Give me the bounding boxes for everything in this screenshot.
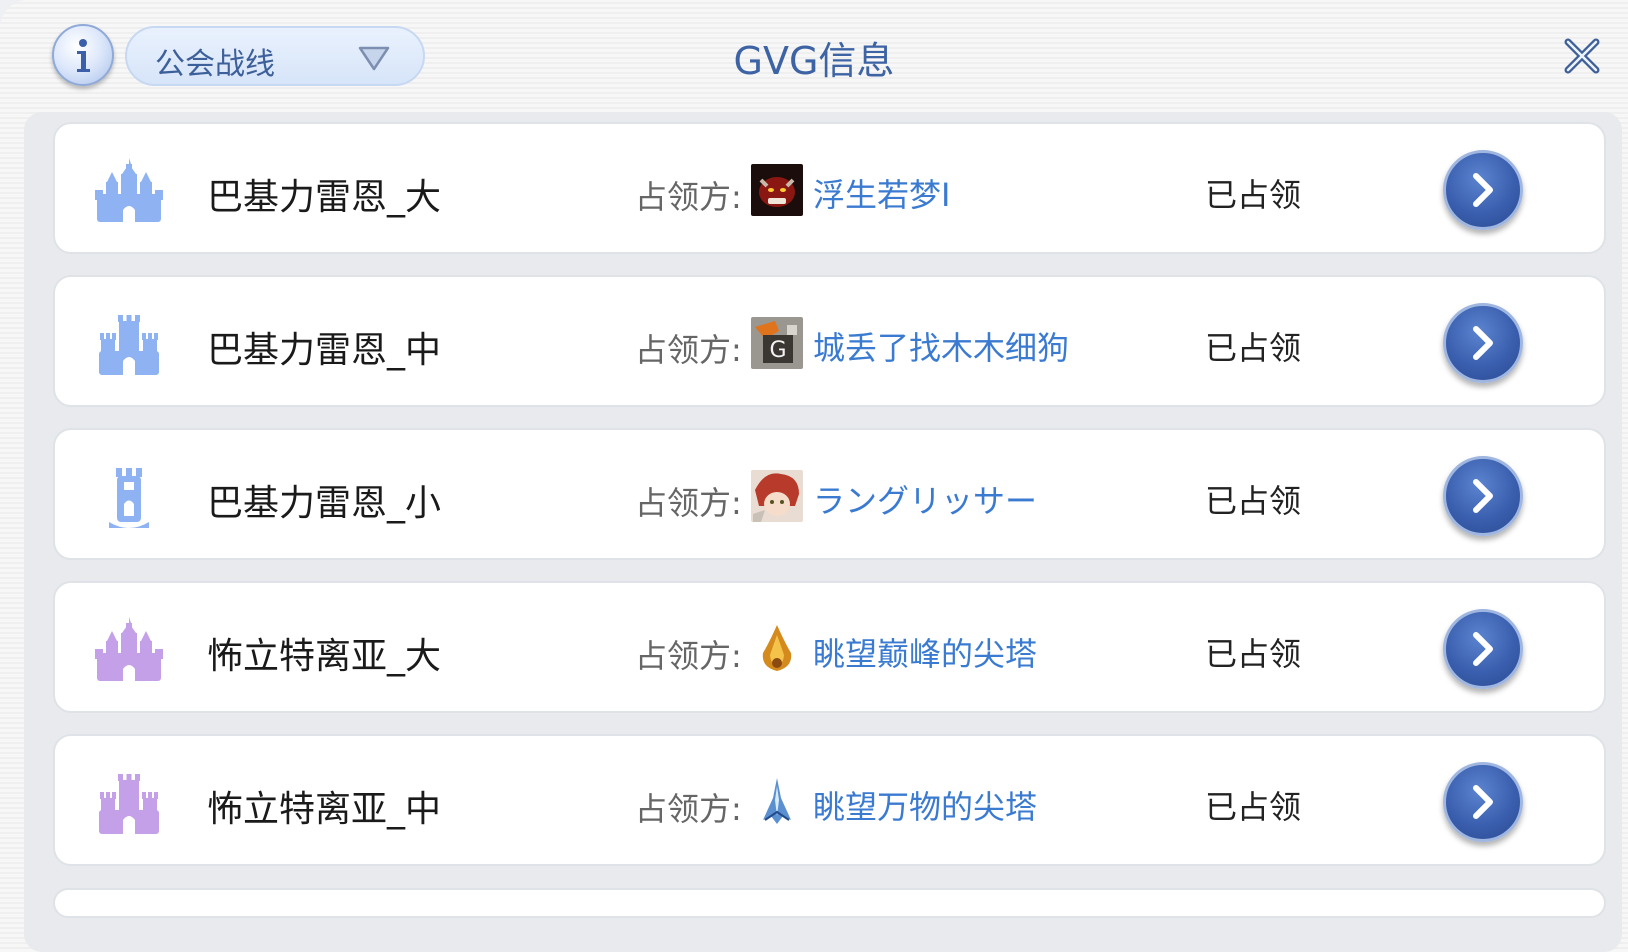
castle-detail-button[interactable] [1443,762,1523,842]
occupation-status: 已占领 [1205,482,1302,520]
castle-detail-button[interactable] [1443,456,1523,536]
castle-row[interactable] [53,888,1606,918]
page-title: GVG信息 [733,39,895,83]
chevron-right-icon [1473,479,1493,513]
guild-name-link[interactable]: 眺望万物的尖塔 [813,782,1037,828]
svg-text:G: G [769,338,786,363]
owner-label: 占领方: [635,178,742,216]
castle-large-icon [95,158,163,222]
occupation-status: 已占领 [1205,176,1302,214]
castle-medium-icon [99,774,159,834]
castle-name: 巴基力雷恩_中 [207,330,442,371]
chevron-right-icon [1473,326,1493,360]
castle-detail-button[interactable] [1443,303,1523,383]
castle-name: 怖立特离亚_大 [207,636,442,677]
castle-row[interactable]: 巴基力雷恩_大 占领方: 浮生若梦I 已占领 [53,122,1606,254]
gvg-info-panel: 公会战线 GVG信息 巴基力雷恩_大 占领方: 浮生若梦I 已占领 巴基力雷恩_… [0,0,1628,952]
castle-row[interactable]: 巴基力雷恩_小 占领方: ラングリッサー 已占领 [53,428,1606,560]
castle-medium-icon [99,315,159,375]
guild-emblem-icon [751,776,803,828]
castle-small-icon [109,468,149,528]
chevron-right-icon [1473,632,1493,666]
header-bar: 公会战线 GVG信息 [0,0,1628,110]
castle-detail-button[interactable] [1443,609,1523,689]
guild-emblem-icon [751,623,803,675]
castle-row[interactable]: 怖立特离亚_大 占领方: 眺望巅峰的尖塔 已占领 [53,581,1606,713]
castle-name: 巴基力雷恩_小 [207,483,442,524]
castle-row[interactable]: 怖立特离亚_中 占领方: 眺望万物的尖塔 已占领 [53,734,1606,866]
guild-name-link[interactable]: 眺望巅峰的尖塔 [813,629,1037,675]
owner-label: 占领方: [635,637,742,675]
guild-name-link[interactable]: 城丢了找木木细狗 [813,323,1069,369]
close-icon[interactable] [1562,36,1602,76]
owner-label: 占领方: [635,790,742,828]
guild-emblem-icon [751,164,803,216]
chevron-right-icon [1473,173,1493,207]
castle-row[interactable]: 巴基力雷恩_中 占领方: G 城丢了找木木细狗 已占领 [53,275,1606,407]
guild-name-link[interactable]: ラングリッサー [813,476,1037,522]
guild-emblem-icon [751,470,803,522]
owner-label: 占领方: [635,484,742,522]
castle-large-icon [95,617,163,681]
guild-emblem-icon: G [751,317,803,369]
chevron-right-icon [1473,785,1493,819]
occupation-status: 已占领 [1205,635,1302,673]
castle-name: 巴基力雷恩_大 [207,177,442,218]
occupation-status: 已占领 [1205,788,1302,826]
owner-label: 占领方: [635,331,742,369]
castle-name: 怖立特离亚_中 [207,789,442,830]
guild-name-link[interactable]: 浮生若梦I [813,170,950,216]
castle-detail-button[interactable] [1443,150,1523,230]
occupation-status: 已占领 [1205,329,1302,367]
